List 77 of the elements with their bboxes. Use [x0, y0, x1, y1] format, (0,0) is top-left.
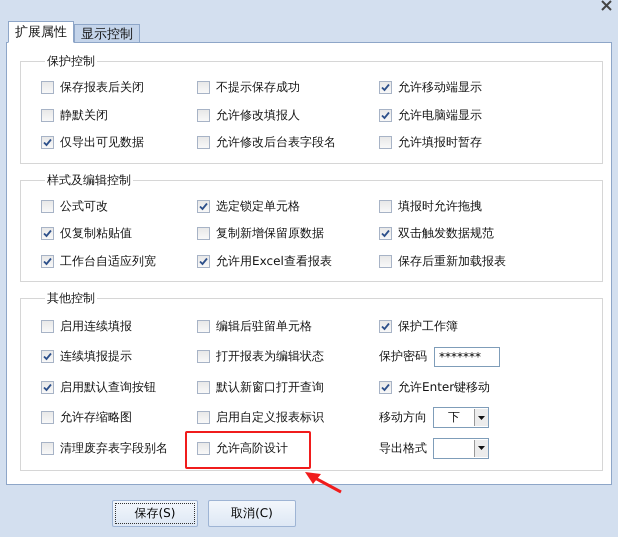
checkbox[interactable]: [41, 320, 54, 333]
checkbox-label: 允许修改后台表字段名: [216, 134, 336, 152]
checkbox-label: 复制新增保留原数据: [216, 225, 324, 242]
checkbox-label: 保存后重新加载报表: [398, 252, 506, 270]
checkbox-label: 允许修改填报人: [216, 106, 300, 124]
checkbox[interactable]: [197, 108, 210, 122]
checkbox-label: 允许移动端显示: [398, 79, 482, 96]
checkbox[interactable]: [197, 350, 210, 364]
checkbox[interactable]: [197, 227, 210, 240]
checkbox[interactable]: [379, 320, 392, 333]
checkbox-label: 填报时允许拖拽: [398, 198, 482, 215]
field-label: 移动方向: [379, 409, 427, 426]
checkbox[interactable]: [197, 442, 210, 455]
checkbox-label: 启用自定义报表标识: [216, 409, 324, 426]
tab[interactable]: 扩展属性: [8, 21, 74, 43]
checkbox[interactable]: [41, 254, 54, 268]
caret-icon: [478, 416, 485, 420]
checkbox[interactable]: [197, 320, 210, 333]
checkbox-label: 默认新窗口打开查询: [216, 378, 324, 396]
arrow-annotation: [303, 470, 343, 494]
checkbox[interactable]: [379, 254, 392, 268]
checkbox-label: 打开报表为编辑状态: [216, 348, 324, 366]
checkbox-label: 启用默认查询按钮: [60, 378, 156, 396]
checkbox-label: 启用连续填报: [60, 318, 132, 335]
checkbox-label: 允许Enter键移动: [398, 378, 490, 396]
checkbox[interactable]: [41, 350, 54, 364]
group-title: 保护控制: [46, 53, 96, 70]
checkbox-label: 工作台自适应列宽: [60, 252, 156, 270]
checkbox-label: 公式可改: [60, 198, 108, 215]
checkbox-label: 双击触发数据规范: [398, 225, 494, 242]
checkbox[interactable]: [379, 227, 392, 240]
checkbox[interactable]: [197, 411, 210, 424]
checkbox-label: 静默关闭: [60, 106, 108, 124]
checkbox[interactable]: [197, 136, 210, 150]
field-label: 导出格式: [379, 440, 427, 457]
checkbox-label: 允许填报时暂存: [398, 134, 482, 152]
checkbox-label: 不提示保存成功: [216, 79, 300, 96]
checkbox-label: 仅导出可见数据: [60, 134, 144, 152]
checkbox[interactable]: [41, 81, 54, 94]
checkbox[interactable]: [197, 380, 210, 394]
dialog-button[interactable]: 保存(S): [112, 500, 198, 527]
group-title: 其他控制: [46, 290, 96, 307]
checkbox-label: 允许存缩略图: [60, 409, 132, 426]
checkbox-label: 编辑后驻留单元格: [216, 318, 312, 335]
checkbox[interactable]: [197, 81, 210, 94]
checkbox-label: 保护工作簿: [398, 318, 458, 335]
dropdown[interactable]: 下: [433, 407, 489, 428]
checkbox[interactable]: [197, 200, 210, 213]
checkbox[interactable]: [379, 380, 392, 394]
checkbox[interactable]: [41, 227, 54, 240]
checkbox[interactable]: [197, 254, 210, 268]
password-field[interactable]: *******: [434, 346, 500, 367]
checkbox[interactable]: [41, 136, 54, 150]
group-title: 样式及编辑控制: [46, 172, 132, 188]
close-icon[interactable]: [601, 0, 612, 11]
checkbox[interactable]: [41, 411, 54, 424]
checkbox[interactable]: [41, 380, 54, 394]
dialog-button[interactable]: 取消(C): [208, 500, 296, 527]
tab[interactable]: 显示控制: [74, 24, 140, 43]
checkbox[interactable]: [379, 200, 392, 213]
checkbox[interactable]: [41, 200, 54, 213]
checkbox-label: 清理废弃表字段别名: [60, 440, 168, 457]
checkbox[interactable]: [379, 81, 392, 94]
checkbox-label: 选定锁定单元格: [216, 198, 300, 215]
checkbox-label: 允许电脑端显示: [398, 106, 482, 124]
checkbox-label: 保存报表后关闭: [60, 79, 144, 96]
checkbox-label: 允许高阶设计: [216, 440, 288, 457]
field-label: 保护密码: [379, 348, 427, 366]
checkbox[interactable]: [41, 108, 54, 122]
checkbox[interactable]: [379, 108, 392, 122]
checkbox[interactable]: [41, 442, 54, 455]
checkbox[interactable]: [379, 136, 392, 150]
checkbox-label: 仅复制粘贴值: [60, 225, 132, 242]
checkbox-label: 连续填报提示: [60, 348, 132, 366]
dropdown[interactable]: [433, 438, 489, 459]
caret-icon: [478, 446, 485, 450]
checkbox-label: 允许用Excel查看报表: [216, 252, 332, 270]
